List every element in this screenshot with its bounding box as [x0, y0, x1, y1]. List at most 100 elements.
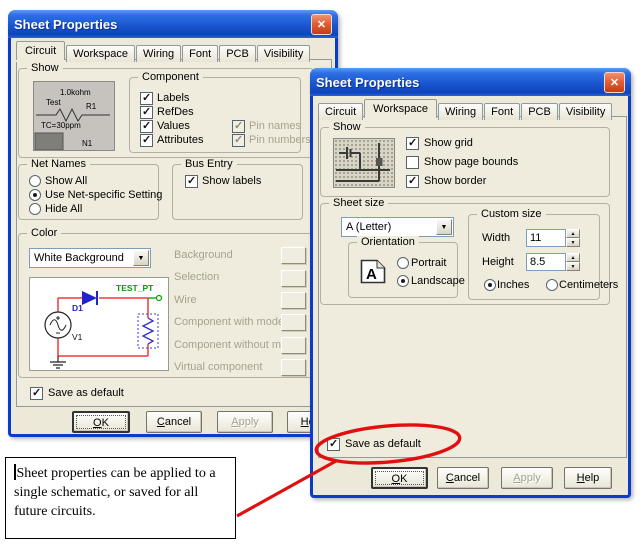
hide-all-radio-label: Hide All	[45, 203, 82, 215]
spin-down-icon: ▼	[566, 262, 580, 271]
pin-names-checkbox[interactable]	[232, 120, 245, 133]
wire-color-label: Wire	[174, 294, 197, 306]
custom-size-group: Custom size Width 11 ▲▼ Height 8.5 ▲▼ In…	[468, 214, 600, 300]
save-as-default-label: Save as default	[345, 438, 421, 450]
tab-circuit[interactable]: Circuit	[318, 103, 363, 120]
custom-size-caption: Custom size	[477, 208, 546, 220]
background-color-label: Background	[174, 249, 233, 261]
save-as-default-checkbox[interactable]	[30, 387, 43, 400]
virtual-component-color-button[interactable]	[281, 359, 306, 376]
pin-numbers-checkbox-label: Pin numbers	[249, 134, 311, 146]
tab-workspace[interactable]: Workspace	[364, 99, 437, 118]
show-border-checkbox[interactable]	[406, 175, 419, 188]
grid-preview-image	[333, 138, 395, 188]
show-grid-checkbox[interactable]	[406, 137, 419, 150]
tab-font[interactable]: Font	[182, 45, 218, 62]
sheet-size-select[interactable]: A (Letter) ▼	[341, 217, 454, 237]
dialog-title: Sheet Properties	[316, 75, 419, 90]
show-grid-label: Show grid	[424, 137, 473, 149]
show-page-bounds-checkbox[interactable]	[406, 156, 419, 169]
background-color-button[interactable]	[281, 247, 306, 264]
show-all-radio[interactable]	[29, 175, 41, 187]
tab-pcb[interactable]: PCB	[219, 45, 256, 62]
net-names-group: Net Names Show All Use Net-specific Sett…	[18, 164, 159, 220]
labels-checkbox[interactable]	[140, 92, 153, 105]
chevron-down-icon[interactable]: ▼	[436, 219, 452, 235]
sheet-size-value: A (Letter)	[346, 221, 391, 233]
text-cursor	[14, 464, 16, 480]
height-field[interactable]: 8.5	[526, 253, 566, 271]
close-icon[interactable]: ✕	[604, 72, 625, 93]
landscape-radio[interactable]	[397, 275, 409, 287]
height-stepper[interactable]: ▲▼	[566, 253, 580, 271]
tab-pcb[interactable]: PCB	[521, 103, 558, 120]
show-border-label: Show border	[424, 175, 486, 187]
apply-button[interactable]: Apply	[217, 411, 273, 433]
component-group-caption: Component	[138, 71, 203, 83]
tab-circuit[interactable]: Circuit	[16, 41, 65, 60]
tab-visibility[interactable]: Visibility	[559, 103, 613, 120]
component-group: Component Labels RefDes Values Attribute…	[129, 77, 301, 153]
inches-radio[interactable]	[484, 279, 496, 291]
net-names-caption: Net Names	[27, 158, 90, 170]
tab-font[interactable]: Font	[484, 103, 520, 120]
chevron-down-icon[interactable]: ▼	[133, 250, 149, 266]
hide-all-radio[interactable]	[29, 203, 41, 215]
virtual-component-color-label: Virtual component	[174, 361, 262, 373]
color-scheme-value: White Background	[34, 252, 124, 264]
landscape-radio-label: Landscape	[411, 275, 465, 287]
tab-wiring[interactable]: Wiring	[438, 103, 483, 120]
svg-text:TC=30ppm: TC=30ppm	[41, 121, 81, 130]
cancel-button[interactable]: Cancel	[146, 411, 202, 433]
show-group-caption: Show	[329, 121, 365, 133]
selection-color-button[interactable]	[281, 270, 306, 287]
refdes-checkbox[interactable]	[140, 106, 153, 119]
circuit-preview-image: TEST_PT D1 V1	[29, 277, 169, 371]
labels-checkbox-label: Labels	[157, 92, 189, 104]
help-button[interactable]: Help	[564, 467, 612, 489]
height-label: Height	[482, 256, 514, 268]
ok-button[interactable]: OK	[371, 467, 428, 489]
color-scheme-select[interactable]: White Background ▼	[29, 248, 151, 268]
pin-numbers-checkbox[interactable]	[232, 134, 245, 147]
portrait-radio[interactable]	[397, 257, 409, 269]
centimeters-radio-label: Centimeters	[559, 279, 618, 291]
svg-text:D1: D1	[72, 303, 83, 313]
orientation-caption: Orientation	[357, 236, 419, 248]
bus-entry-caption: Bus Entry	[181, 158, 237, 170]
title-bar[interactable]: Sheet Properties ✕	[8, 10, 338, 38]
tab-visibility[interactable]: Visibility	[257, 45, 311, 62]
color-group-caption: Color	[27, 227, 61, 239]
ok-button[interactable]: OK	[72, 411, 130, 433]
sheet-size-group: Sheet size A (Letter) ▼ Orientation A Po…	[320, 203, 610, 305]
title-bar[interactable]: Sheet Properties ✕	[310, 68, 631, 96]
portrait-radio-label: Portrait	[411, 257, 446, 269]
width-stepper[interactable]: ▲▼	[566, 229, 580, 247]
width-label: Width	[482, 232, 510, 244]
width-field[interactable]: 11	[526, 229, 566, 247]
centimeters-radio[interactable]	[546, 279, 558, 291]
cancel-button[interactable]: Cancel	[437, 467, 489, 489]
tab-strip: Circuit Workspace Wiring Font PCB Visibi…	[318, 98, 613, 118]
component-without-model-color-button[interactable]	[281, 337, 306, 354]
spin-up-icon: ▲	[566, 253, 580, 262]
net-specific-radio[interactable]	[29, 189, 41, 201]
component-with-model-color-button[interactable]	[281, 314, 306, 331]
close-icon[interactable]: ✕	[311, 14, 332, 35]
wire-color-button[interactable]	[281, 292, 306, 309]
tab-wiring[interactable]: Wiring	[136, 45, 181, 62]
show-group: Show 1.0kohm Test R1 TC=30ppm N1 Compone…	[18, 68, 314, 158]
apply-button[interactable]: Apply	[501, 467, 553, 489]
show-labels-checkbox[interactable]	[185, 175, 198, 188]
save-as-default-checkbox[interactable]	[327, 438, 340, 451]
color-group: Color White Background ▼ TEST_PT D1	[18, 233, 314, 378]
inches-radio-label: Inches	[497, 279, 529, 291]
values-checkbox[interactable]	[140, 120, 153, 133]
svg-text:1.0kohm: 1.0kohm	[60, 88, 91, 97]
show-page-bounds-label: Show page bounds	[424, 156, 518, 168]
attributes-checkbox[interactable]	[140, 134, 153, 147]
annotation-text: Sheet properties can be applied to a sin…	[14, 466, 216, 519]
tab-workspace[interactable]: Workspace	[66, 45, 135, 62]
svg-text:R1: R1	[86, 102, 97, 111]
selection-color-label: Selection	[174, 271, 219, 283]
